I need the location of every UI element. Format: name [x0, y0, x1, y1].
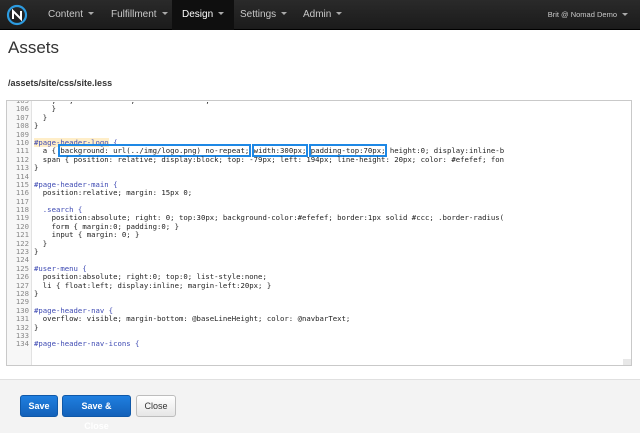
code-line[interactable]: 121 input { margin: 0; } — [7, 230, 631, 240]
code-text: li { float:left; display:inline; margin-… — [34, 280, 272, 290]
action-footer: Save Save & Close Close — [0, 379, 640, 433]
code-line[interactable]: 108} — [7, 121, 631, 131]
highlight-box-1: background: url(../img/logo.png) no-repe… — [58, 144, 252, 158]
top-navbar: Content Fulfillment Design Settings Admi… — [0, 0, 640, 30]
nomad-logo-icon[interactable] — [5, 3, 29, 27]
nav-fulfillment-label: Fulfillment — [111, 9, 157, 20]
code-text: span { position: relative; display:block… — [34, 154, 505, 164]
code-text: } — [34, 288, 39, 298]
code-lines[interactable]: 105 , , , ; 106 } 107 } 108} 109 110 #page-he… — [7, 101, 631, 349]
code-line[interactable]: 124 — [7, 256, 631, 265]
chevron-down-icon — [336, 12, 343, 15]
nav-admin-label: Admin — [303, 9, 332, 20]
page-title: Assets — [8, 38, 60, 57]
code-text: } — [34, 322, 39, 332]
code-text: overflow: visible; margin-bottom: @baseL… — [34, 314, 351, 324]
code-line[interactable]: 122 } — [7, 239, 631, 248]
line-number: 134 — [15, 339, 29, 349]
user-menu-label: Brit @ Nomad Demo — [547, 10, 617, 19]
save-button[interactable]: Save — [20, 395, 58, 417]
code-text: } — [34, 163, 39, 173]
code-line[interactable]: 132} — [7, 322, 631, 332]
file-path: /assets/site/css/site.less — [8, 78, 113, 88]
chevron-down-icon — [88, 12, 95, 15]
user-menu[interactable]: Brit @ Nomad Demo — [548, 0, 628, 30]
nav-admin[interactable]: Admin — [293, 0, 352, 30]
chevron-down-icon — [161, 12, 168, 15]
nav-settings[interactable]: Settings — [230, 0, 297, 30]
chevron-down-icon — [218, 12, 225, 15]
code-text: } — [34, 247, 39, 257]
code-line[interactable]: 106 } — [7, 104, 631, 113]
code-text: #page-header-nav-icons { — [34, 339, 140, 349]
code-line[interactable]: 107 } — [7, 113, 631, 122]
code-line[interactable]: 113} — [7, 163, 631, 173]
code-line[interactable]: 116 position:relative; margin: 15px 0; — [7, 188, 631, 198]
nav-content[interactable]: Content — [38, 0, 104, 30]
save-and-close-button[interactable]: Save & Close — [62, 395, 131, 431]
nav-fulfillment[interactable]: Fulfillment — [101, 0, 178, 30]
editor-scrollbar[interactable] — [623, 359, 631, 365]
nav-content-label: Content — [48, 9, 84, 20]
highlight-box-2: width:300px; — [251, 144, 309, 158]
nav-design[interactable]: Design — [172, 0, 235, 30]
nav-settings-label: Settings — [240, 9, 277, 20]
code-line[interactable]: 123} — [7, 247, 631, 257]
code-line[interactable]: 128} — [7, 288, 631, 298]
code-editor[interactable]: 105 , , , ; 106 } 107 } 108} 109 110 #page-he… — [6, 100, 632, 366]
code-line[interactable]: 127 li { float:left; display:inline; mar… — [7, 280, 631, 290]
close-button[interactable]: Close — [136, 395, 176, 417]
code-line[interactable]: 131 overflow: visible; margin-bottom: @b… — [7, 314, 631, 324]
highlight-box-3: padding-top:70px; — [308, 144, 388, 158]
code-line[interactable]: 134 #page-header-nav-icons { — [7, 339, 631, 349]
chevron-down-icon — [622, 13, 628, 16]
chevron-down-icon — [281, 12, 288, 15]
code-text: input { margin: 0; } — [34, 230, 140, 240]
nav-design-label: Design — [182, 9, 214, 20]
code-line[interactable]: 112 span { position: relative; display:b… — [7, 154, 631, 164]
code-text: position:relative; margin: 15px 0; — [34, 188, 193, 198]
code-text: } — [34, 121, 39, 131]
code-line[interactable]: 117 — [7, 197, 631, 206]
